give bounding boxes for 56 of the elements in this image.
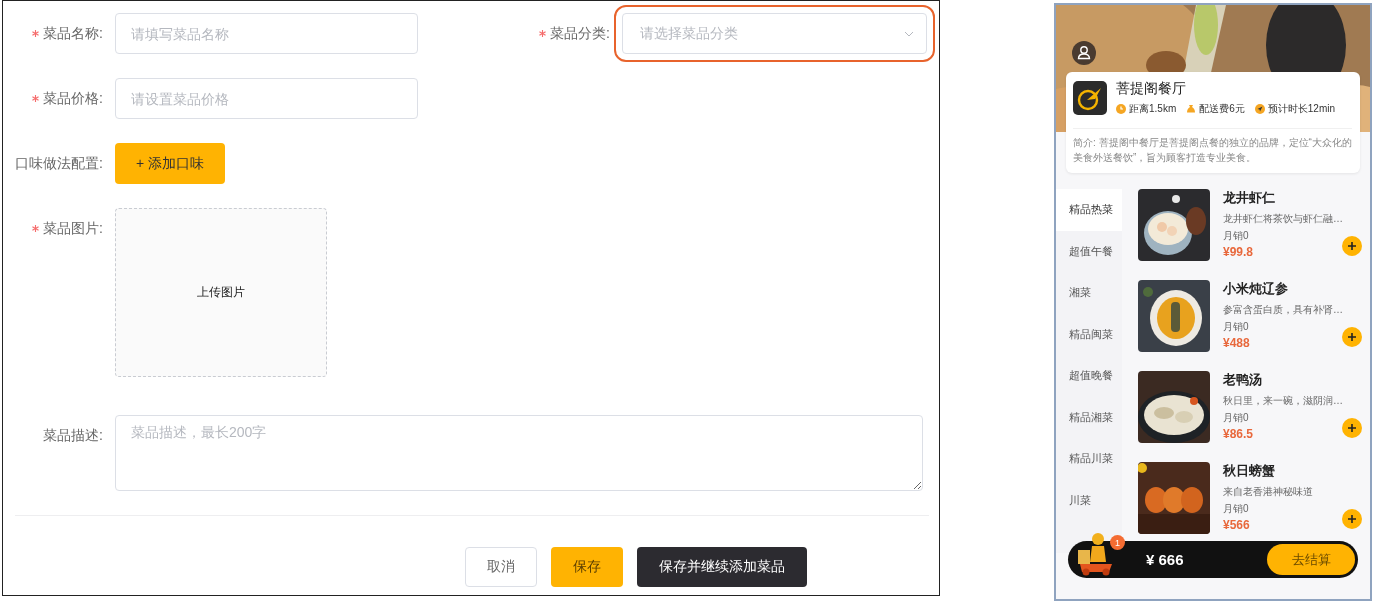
- text-input[interactable]: 请设置菜品价格: [115, 78, 418, 119]
- dish-description: 参富含蛋白质，具有补肾…: [1223, 303, 1344, 317]
- dish-name: 秋日螃蟹: [1223, 462, 1276, 480]
- category-item[interactable]: 川菜: [1056, 479, 1122, 521]
- category-item[interactable]: 湘菜: [1056, 272, 1122, 314]
- dish-price: ¥99.8: [1223, 245, 1254, 259]
- dish-name: 龙井虾仁: [1223, 189, 1276, 207]
- category-item[interactable]: 超值午餐: [1056, 230, 1122, 272]
- category-item[interactable]: 精品热菜: [1056, 189, 1122, 231]
- category-item[interactable]: 超值晚餐: [1056, 355, 1122, 397]
- save-continue-button[interactable]: 保存并继续添加菜品: [637, 547, 807, 587]
- restaurant-intro: 简介: 菩提阁中餐厅是菩提阁点餐的独立的品牌，定位“大众化的美食外送餐饮”，旨为顾客打造专业美食。: [1073, 128, 1352, 165]
- add-icon[interactable]: [1342, 327, 1362, 347]
- field-label: 菜品图片:: [43, 219, 103, 238]
- dish-name: 老鸭汤: [1223, 371, 1263, 389]
- checkout-button[interactable]: 去结算: [1267, 544, 1355, 575]
- add-icon[interactable]: [1342, 418, 1362, 438]
- dish-description: 来自老香港神秘味道: [1223, 485, 1314, 499]
- dish-sales: 月销0: [1223, 229, 1250, 243]
- add-icon[interactable]: [1342, 236, 1362, 256]
- logo-icon: [1073, 81, 1107, 115]
- image-upload[interactable]: 上传图片: [115, 208, 327, 377]
- meta-text: 配送费6元: [1199, 102, 1245, 116]
- money-bag-icon: [1186, 104, 1197, 114]
- dish-price: ¥488: [1223, 336, 1250, 350]
- cart-count-badge: 1: [1110, 535, 1125, 550]
- dish-sales: 月销0: [1223, 502, 1250, 516]
- save-button[interactable]: 保存: [551, 547, 623, 587]
- meta-text: 预计时长12min: [1267, 102, 1336, 116]
- cancel-button[interactable]: 取消: [465, 547, 537, 587]
- field-label: 菜品名称:: [43, 24, 103, 43]
- category-item[interactable]: 精品湘菜: [1056, 396, 1122, 438]
- dish-description: 秋日里，来一碗，滋阴润…: [1223, 394, 1344, 408]
- field-label: 菜品分类:: [550, 24, 610, 43]
- field-label: 菜品描述:: [43, 426, 103, 445]
- chevron-down-icon: [904, 30, 914, 37]
- dish-price: ¥86.5: [1223, 427, 1254, 441]
- restaurant-name: 菩提阁餐厅: [1116, 80, 1187, 98]
- category-item[interactable]: 精品闽菜: [1056, 313, 1122, 355]
- text-input[interactable]: 请填写菜品名称: [115, 13, 418, 54]
- add-flavor-button[interactable]: + 添加口味: [115, 143, 226, 184]
- field-label: 口味做法配置:: [15, 154, 103, 173]
- cart-total: ¥ 666: [1146, 551, 1184, 568]
- dish-price: ¥566: [1223, 518, 1250, 532]
- category-item[interactable]: 精品川菜: [1056, 438, 1122, 480]
- dish-name: 小米炖辽参: [1223, 280, 1289, 298]
- description-field[interactable]: 菜品描述，最长200字: [115, 415, 923, 491]
- dish-sales: 月销0: [1223, 411, 1250, 425]
- dish-sales: 月销0: [1223, 320, 1250, 334]
- clock-icon: [1116, 104, 1126, 114]
- meta-text: 距离1.5km: [1129, 102, 1177, 116]
- send-icon: [1254, 104, 1265, 114]
- dish-description: 龙井虾仁将茶饮与虾仁融…: [1223, 212, 1344, 226]
- field-label: 菜品价格:: [43, 89, 103, 108]
- user-icon[interactable]: [1072, 41, 1096, 65]
- add-icon[interactable]: [1342, 509, 1362, 529]
